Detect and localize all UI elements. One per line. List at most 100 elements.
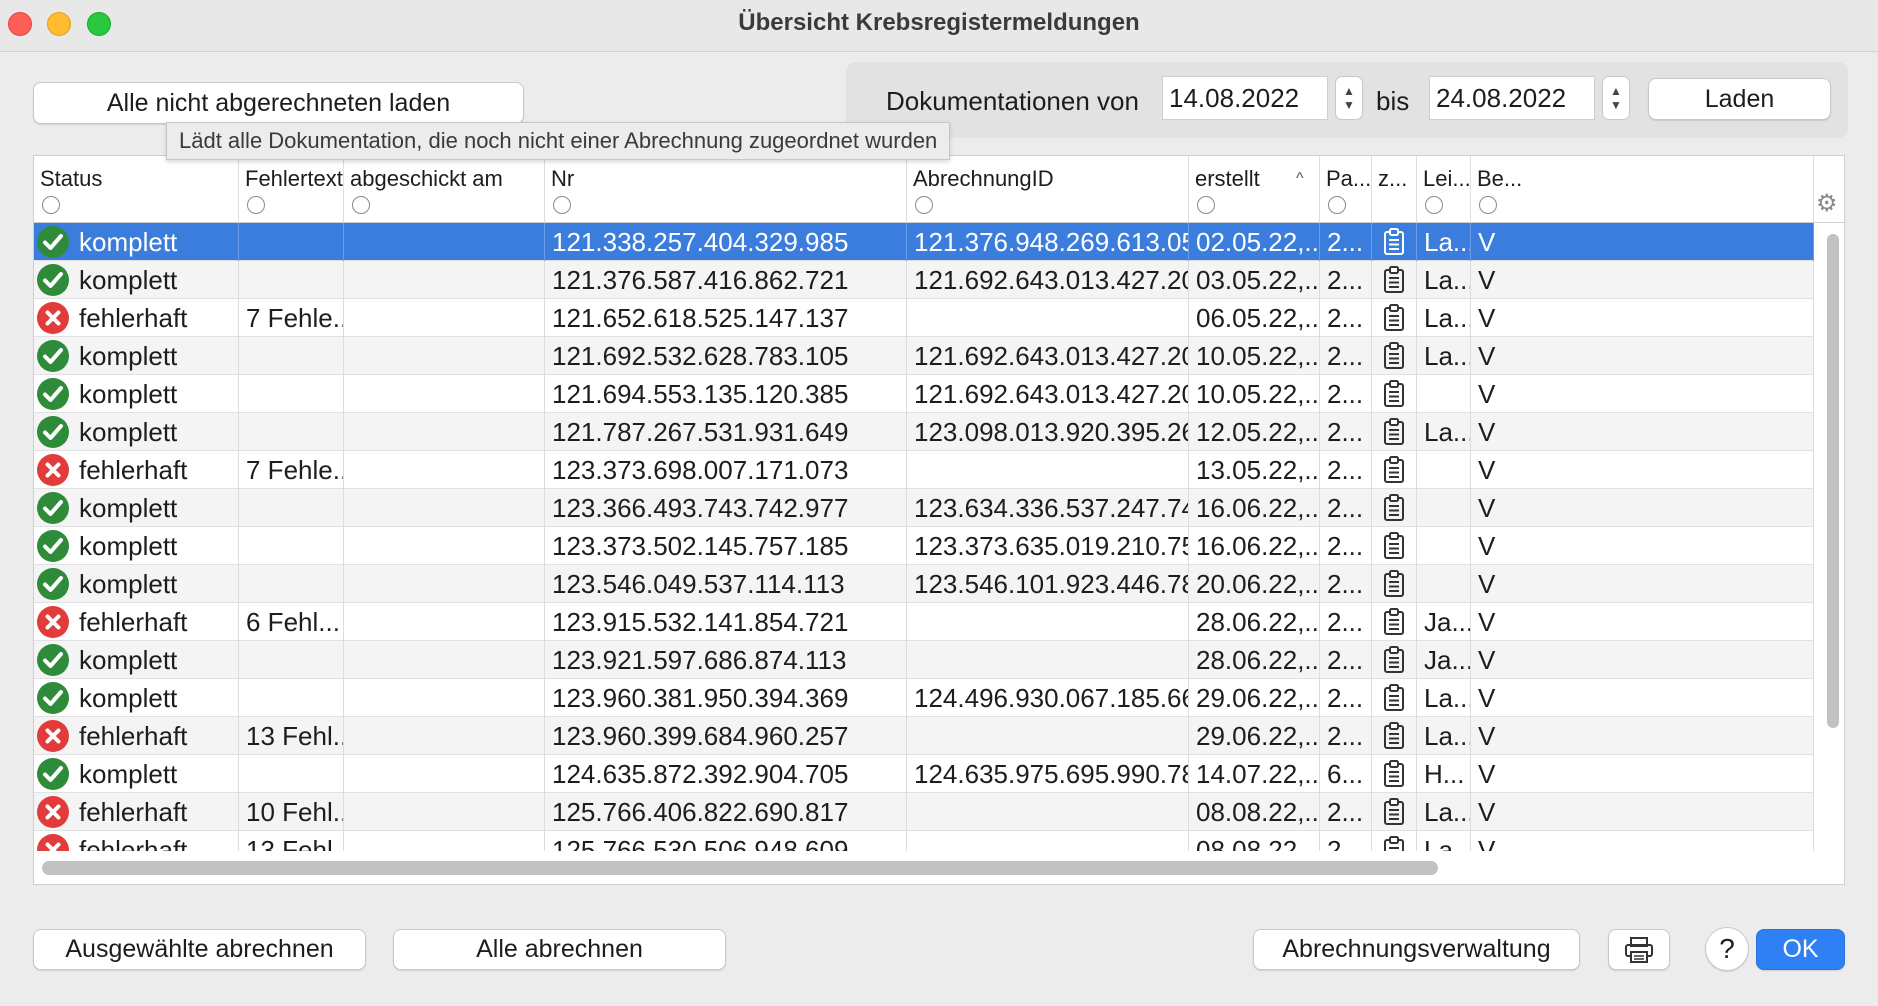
ok-button[interactable]: OK	[1756, 929, 1845, 970]
cell-z	[1372, 337, 1417, 375]
table-row[interactable]: fehlerhaft 6 Fehl... 123.915.532.141.854.7…	[34, 603, 1814, 641]
table-row[interactable]: fehlerhaft 7 Fehle... 121.652.618.525.147.…	[34, 299, 1814, 337]
clipboard-icon[interactable]	[1383, 798, 1405, 826]
billing-admin-button[interactable]: Abrechnungsverwaltung	[1253, 929, 1580, 970]
clipboard-icon[interactable]	[1383, 722, 1405, 750]
clipboard-icon[interactable]	[1383, 532, 1405, 560]
to-date-field[interactable]: 24.08.2022	[1429, 76, 1595, 120]
from-date-field[interactable]: 14.08.2022	[1162, 76, 1328, 120]
cell-fehlertext	[239, 641, 344, 679]
cell-lei: La...	[1417, 413, 1471, 451]
stepper-up-icon[interactable]: ▲	[1343, 84, 1355, 98]
clipboard-icon[interactable]	[1383, 380, 1405, 408]
table-row[interactable]: komplett 123.373.502.145.757.185 123.373.6…	[34, 527, 1814, 565]
column-header-label: Be...	[1477, 166, 1523, 191]
check-icon	[37, 264, 69, 296]
column-filter-radio[interactable]	[1328, 196, 1346, 214]
cell-erstellt: 06.05.22,...	[1189, 299, 1320, 337]
clipboard-icon[interactable]	[1383, 266, 1405, 294]
clipboard-icon[interactable]	[1383, 228, 1405, 256]
stepper-up-icon[interactable]: ▲	[1610, 84, 1622, 98]
cell-be: V	[1471, 413, 1814, 451]
clipboard-icon[interactable]	[1383, 456, 1405, 484]
table-row[interactable]: komplett 123.546.049.537.114.113 123.546.1…	[34, 565, 1814, 603]
column-filter-radio[interactable]	[247, 196, 265, 214]
table-row[interactable]: fehlerhaft 7 Fehle... 123.373.698.007.171.…	[34, 451, 1814, 489]
table-row[interactable]: komplett 121.692.532.628.783.105 121.692.6…	[34, 337, 1814, 375]
column-filter-radio[interactable]	[352, 196, 370, 214]
table-row[interactable]: fehlerhaft 13 Fehl... 123.960.399.684.960.…	[34, 717, 1814, 755]
column-header-fehlertext[interactable]: Fehlertext	[239, 156, 344, 222]
cell-lei	[1417, 375, 1471, 413]
column-filter-radio[interactable]	[1479, 196, 1497, 214]
column-header-erstellt[interactable]: erstellt ^	[1189, 156, 1320, 222]
table-row[interactable]: komplett 121.787.267.531.931.649 123.098.0…	[34, 413, 1814, 451]
cell-nr: 123.366.493.743.742.977	[545, 489, 907, 527]
help-button[interactable]: ?	[1705, 927, 1749, 971]
clipboard-icon[interactable]	[1383, 760, 1405, 788]
cell-lei: La...	[1417, 793, 1471, 831]
vertical-scrollbar[interactable]	[1827, 234, 1839, 728]
table-row[interactable]: fehlerhaft 13 Fehl... 125.766.530.506.948.…	[34, 831, 1814, 851]
cell-abrechnungid: 123.373.635.019.210.753	[907, 527, 1189, 565]
bill-all-button[interactable]: Alle abrechnen	[393, 929, 726, 970]
check-icon	[37, 644, 69, 676]
cell-fehlertext	[239, 527, 344, 565]
column-header-nr[interactable]: Nr	[545, 156, 907, 222]
load-unbilled-button[interactable]: Alle nicht abgerechneten laden	[33, 82, 524, 124]
print-button[interactable]	[1608, 929, 1670, 970]
cell-pa: 2...	[1320, 337, 1372, 375]
bill-selected-button[interactable]: Ausgewählte abrechnen	[33, 929, 366, 970]
cell-be: V	[1471, 337, 1814, 375]
stepper-down-icon[interactable]: ▼	[1610, 98, 1622, 112]
column-filter-radio[interactable]	[915, 196, 933, 214]
column-header-abrechnungid[interactable]: AbrechnungID	[907, 156, 1189, 222]
clipboard-icon[interactable]	[1383, 418, 1405, 446]
cell-nr: 121.694.553.135.120.385	[545, 375, 907, 413]
cell-be: V	[1471, 451, 1814, 489]
status-text: komplett	[79, 683, 178, 713]
clipboard-icon[interactable]	[1383, 836, 1405, 851]
cell-z	[1372, 413, 1417, 451]
error-icon	[37, 796, 69, 828]
column-header-z[interactable]: z...	[1372, 156, 1417, 222]
clipboard-icon[interactable]	[1383, 570, 1405, 598]
cell-erstellt: 16.06.22,...	[1189, 489, 1320, 527]
clipboard-icon[interactable]	[1383, 646, 1405, 674]
table-row[interactable]: komplett 123.921.597.686.874.113 28.06.22,…	[34, 641, 1814, 679]
from-date-stepper[interactable]: ▲ ▼	[1335, 76, 1363, 120]
column-filter-radio[interactable]	[1425, 196, 1443, 214]
column-header-pa[interactable]: Pa...	[1320, 156, 1372, 222]
table-row[interactable]: komplett 121.694.553.135.120.385 121.692.6…	[34, 375, 1814, 413]
table-row[interactable]: komplett 121.376.587.416.862.721 121.692.6…	[34, 261, 1814, 299]
clipboard-icon[interactable]	[1383, 684, 1405, 712]
table-row[interactable]: komplett 123.960.381.950.394.369 124.496.9…	[34, 679, 1814, 717]
load-button[interactable]: Laden	[1648, 78, 1831, 120]
clipboard-icon[interactable]	[1383, 608, 1405, 636]
cell-z	[1372, 375, 1417, 413]
column-header-abgeschickt-am[interactable]: abgeschickt am	[344, 156, 545, 222]
cell-abgeschickt-am	[344, 451, 545, 489]
gear-icon[interactable]: ⚙	[1816, 192, 1838, 216]
table-row[interactable]: komplett 123.366.493.743.742.977 123.634.3…	[34, 489, 1814, 527]
table-row[interactable]: komplett 124.635.872.392.904.705 124.635.9…	[34, 755, 1814, 793]
clipboard-icon[interactable]	[1383, 494, 1405, 522]
table-row[interactable]: komplett 121.338.257.404.329.985 121.376.9…	[34, 223, 1814, 261]
cell-z	[1372, 679, 1417, 717]
column-header-lei[interactable]: Lei...	[1417, 156, 1471, 222]
column-filter-radio[interactable]	[42, 196, 60, 214]
cell-abgeschickt-am	[344, 603, 545, 641]
stepper-down-icon[interactable]: ▼	[1343, 98, 1355, 112]
clipboard-icon[interactable]	[1383, 342, 1405, 370]
to-date-stepper[interactable]: ▲ ▼	[1602, 76, 1630, 120]
column-filter-radio[interactable]	[553, 196, 571, 214]
column-filter-radio[interactable]	[1197, 196, 1215, 214]
cell-status: komplett	[34, 489, 239, 527]
column-header-status[interactable]: Status	[34, 156, 239, 222]
table-row[interactable]: fehlerhaft 10 Fehl... 125.766.406.822.690.…	[34, 793, 1814, 831]
column-header-be[interactable]: Be...	[1471, 156, 1814, 222]
clipboard-icon[interactable]	[1383, 304, 1405, 332]
cell-be: V	[1471, 831, 1814, 851]
horizontal-scrollbar[interactable]	[42, 861, 1438, 875]
cell-status: fehlerhaft	[34, 451, 239, 489]
